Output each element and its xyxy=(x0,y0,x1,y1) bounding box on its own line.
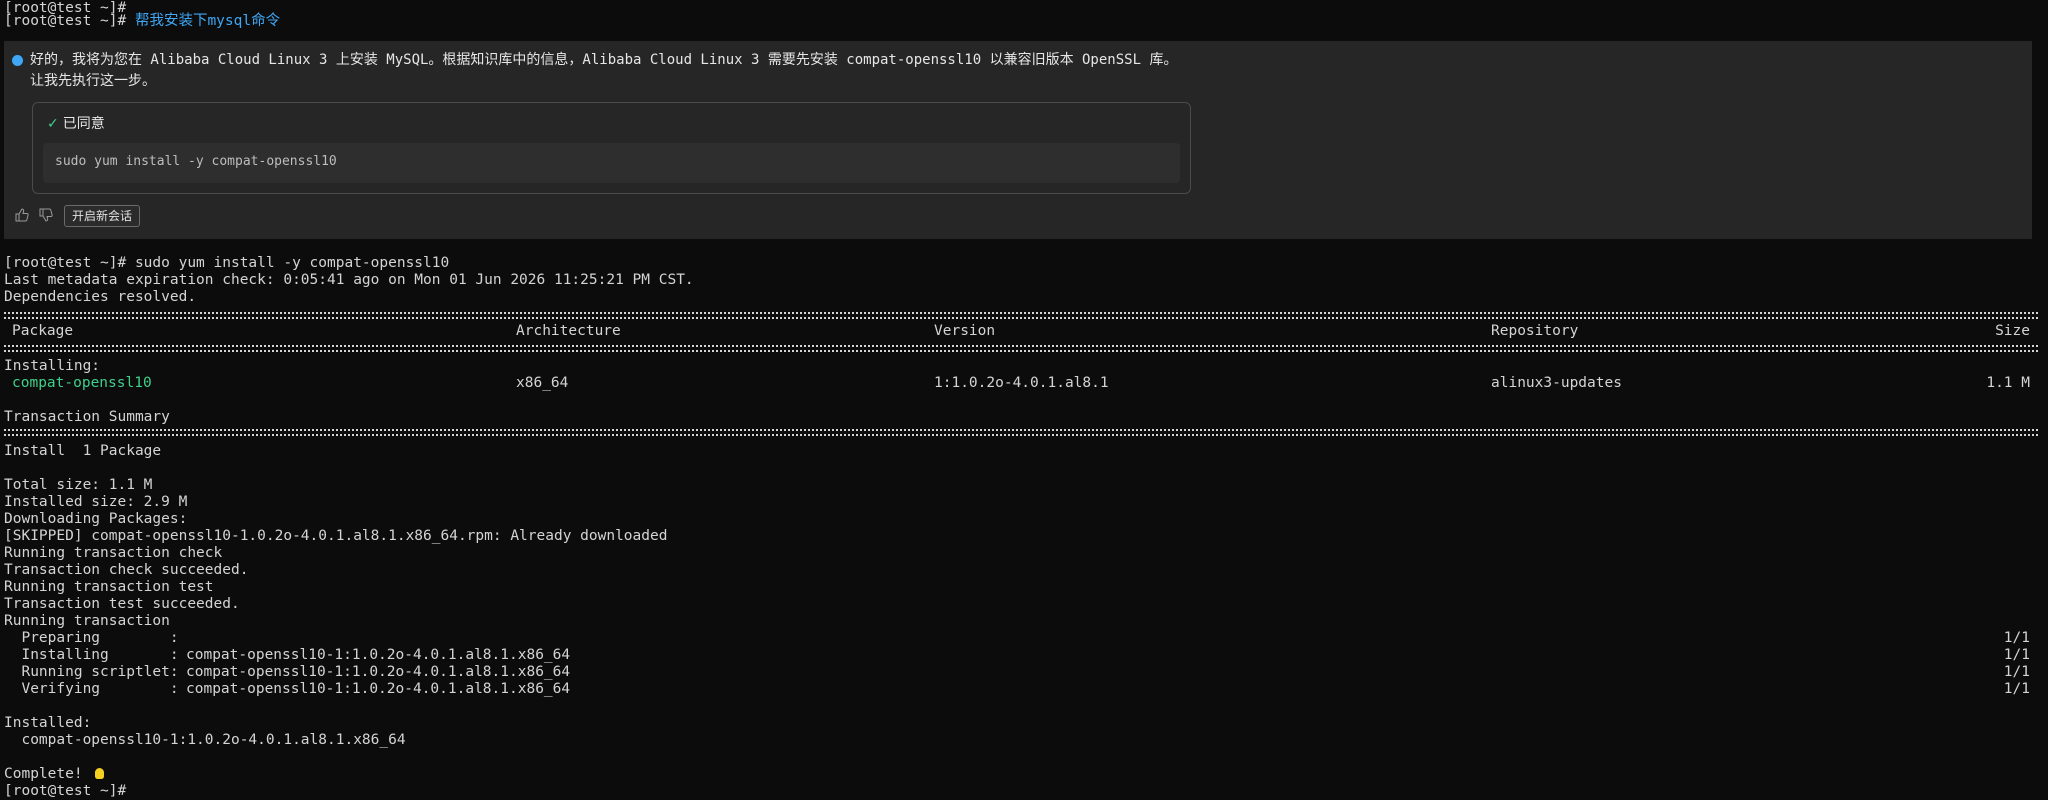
package-arch: x86_64 xyxy=(516,375,569,391)
package-size: 1.1 M xyxy=(1986,375,2030,391)
summary-title: Transaction Summary xyxy=(4,409,170,425)
ai-message: 好的，我将为您在 Alibaba Cloud Linux 3 上安装 MySQL… xyxy=(30,52,1178,89)
complete-text: Complete! xyxy=(4,766,83,782)
thumbs-up-icon[interactable] xyxy=(14,208,30,224)
header-package: Package xyxy=(12,323,74,339)
command-box: sudo yum install -y compat-openssl10 xyxy=(43,143,1180,183)
status-dot-icon xyxy=(12,55,23,66)
log-line: Running transaction test xyxy=(4,579,214,595)
last-prompt: [root@test ~]# xyxy=(4,783,127,799)
metadata-line: Last metadata expiration check: 0:05:41 … xyxy=(4,272,694,288)
log-line: Transaction check succeeded. xyxy=(4,562,249,578)
separator xyxy=(4,311,2038,319)
separator xyxy=(4,344,2038,352)
terminal[interactable]: [root@test ~]# [root@test ~]# 帮我安装下mysql… xyxy=(0,0,2048,799)
approved-command-card: ✓ 已同意 sudo yum install -y compat-openssl1… xyxy=(32,102,1191,194)
check-icon: ✓ xyxy=(47,116,59,132)
separator xyxy=(4,428,2038,436)
header-repository: Repository xyxy=(1491,323,1579,339)
command-line: [root@test ~]# sudo yum install -y compa… xyxy=(4,255,450,271)
total-size: Total size: 1.1 M xyxy=(4,477,153,493)
approved-command: sudo yum install -y compat-openssl10 xyxy=(55,154,337,169)
skipped-line: [SKIPPED] compat-openssl10-1.0.2o-4.0.1.… xyxy=(4,528,668,544)
package-name: compat-openssl10 xyxy=(12,375,152,391)
thumbs-down-icon[interactable] xyxy=(38,208,54,224)
complete-line: Complete! xyxy=(4,766,105,783)
install-count: Install 1 Package xyxy=(4,443,162,459)
log-line: Transaction test succeeded. xyxy=(4,596,240,612)
prompt: [root@test ~]# xyxy=(4,13,127,29)
installed-size: Installed size: 2.9 M xyxy=(4,494,188,510)
log-line: Running transaction xyxy=(4,613,170,629)
approved-label: 已同意 xyxy=(62,116,105,132)
header-version: Version xyxy=(934,323,996,339)
new-chat-button[interactable]: 开启新会话 xyxy=(64,205,141,227)
step-count: 1/1 xyxy=(2003,681,2030,697)
ai-assistant-panel: 好的，我将为您在 Alibaba Cloud Linux 3 上安装 MySQL… xyxy=(4,41,2032,239)
user-request: 帮我安装下mysql命令 xyxy=(134,13,281,29)
step-package: compat-openssl10-1:1.0.2o-4.0.1.al8.1.x8… xyxy=(186,664,571,680)
installing-label: Installing: xyxy=(4,358,101,374)
package-version: 1:1.0.2o-4.0.1.al8.1 xyxy=(934,375,1109,391)
prompt-line-request: [root@test ~]# 帮我安装下mysql命令 xyxy=(4,13,280,30)
step-count: 1/1 xyxy=(2003,664,2030,680)
step-label: Installing : xyxy=(4,647,179,663)
step-label: Running scriptlet: xyxy=(4,664,179,680)
deps-line: Dependencies resolved. xyxy=(4,289,197,305)
package-repo: alinux3-updates xyxy=(1491,375,1622,391)
log-line: Running transaction check xyxy=(4,545,223,561)
step-count: 1/1 xyxy=(2003,630,2030,646)
lightbulb-icon xyxy=(95,767,105,779)
step-package: compat-openssl10-1:1.0.2o-4.0.1.al8.1.x8… xyxy=(186,647,571,663)
step-label: Preparing : xyxy=(4,630,179,646)
step-count: 1/1 xyxy=(2003,647,2030,663)
installed-label: Installed: xyxy=(4,715,92,731)
header-size: Size xyxy=(1995,323,2030,339)
step-package: compat-openssl10-1:1.0.2o-4.0.1.al8.1.x8… xyxy=(186,681,571,697)
step-label: Verifying : xyxy=(4,681,179,697)
header-architecture: Architecture xyxy=(516,323,621,339)
approved-status: ✓ 已同意 xyxy=(47,113,105,133)
installed-package: compat-openssl10-1:1.0.2o-4.0.1.al8.1.x8… xyxy=(4,732,406,748)
downloading: Downloading Packages: xyxy=(4,511,188,527)
